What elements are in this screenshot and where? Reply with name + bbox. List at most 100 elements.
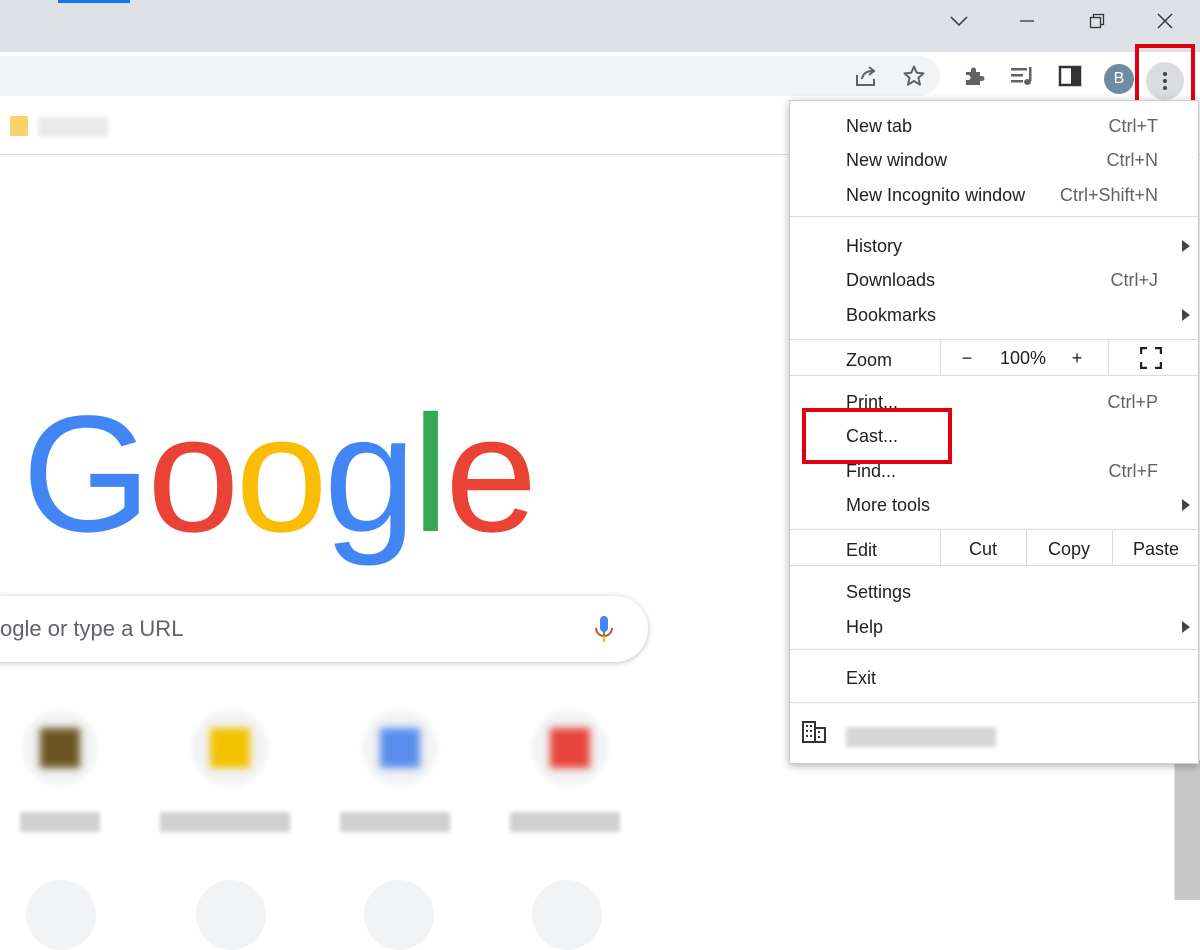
tab-search-button[interactable] [936,4,982,38]
restore-button[interactable] [1074,4,1120,38]
chevron-down-icon [950,16,968,27]
logo-letter: o [235,382,327,567]
star-icon [903,65,925,86]
title-bar [0,0,1200,52]
restore-icon [1089,13,1105,29]
bookmark-item-blurred[interactable] [38,117,108,137]
page-scrollbar[interactable] [1174,760,1200,900]
fullscreen-button[interactable] [1139,346,1163,370]
menu-item-label: Downloads [846,270,936,290]
menu-item-history[interactable]: History [790,229,1200,263]
menu-item-label: Settings [846,582,912,602]
menu-item-shortcut: Ctrl+T [1108,116,1159,136]
shortcut-tile[interactable] [532,880,602,950]
media-controls-button[interactable] [1008,62,1036,90]
menu-item-label: More tools [846,495,931,515]
side-panel-button[interactable] [1056,62,1084,90]
close-button[interactable] [1142,4,1188,38]
search-placeholder: ogle or type a URL [0,616,184,641]
share-icon [856,66,876,86]
menu-item-label: Bookmarks [846,305,937,325]
shortcut-label [160,812,290,832]
google-logo: Google [22,392,537,558]
menu-item-help[interactable]: Help [790,610,1200,644]
shortcut-favicon [210,728,250,768]
menu-separator [790,339,1200,340]
menu-item-downloads[interactable]: Downloads Ctrl+J [790,263,1200,297]
mic-icon[interactable] [592,614,616,644]
menu-item-label: New window [846,150,948,170]
shortcut-label [20,812,100,832]
zoom-in-button[interactable]: + [1062,348,1092,369]
menu-item-settings[interactable]: Settings [790,575,1200,609]
menu-item-label: New tab [846,116,913,136]
zoom-divider [1108,339,1109,375]
playlist-icon [1011,67,1032,85]
shortcut-label [340,812,450,832]
shortcut-favicon [380,728,420,768]
puzzle-icon [966,67,985,85]
zoom-value: 100% [999,348,1047,368]
profile-avatar[interactable]: B [1104,64,1134,94]
menu-item-bookmarks[interactable]: Bookmarks [790,298,1200,332]
cut-button[interactable]: Cut [940,539,1026,560]
shortcut-tile[interactable] [196,880,266,950]
menu-item-label: Find... [846,461,897,481]
zoom-divider [940,339,941,375]
building-icon [802,721,826,743]
menu-item-label: History [846,236,903,256]
folder-icon[interactable] [10,116,28,136]
cast-highlight [802,408,952,464]
menu-item-shortcut: Ctrl+N [1106,150,1158,170]
logo-letter: l [412,382,449,567]
shortcut-label [510,812,620,832]
menu-item-new-tab[interactable]: New tab Ctrl+T [790,109,1200,143]
submenu-arrow-icon [1182,240,1190,252]
managed-by-org-text-blurred[interactable] [846,727,996,747]
paste-button[interactable]: Paste [1112,539,1200,560]
menu-separator [790,216,1200,217]
zoom-out-button[interactable]: − [952,348,982,369]
copy-button[interactable]: Copy [1026,539,1112,560]
close-icon [1157,13,1173,29]
menu-item-shortcut: Ctrl+Shift+N [1059,185,1158,205]
side-panel-icon [1058,65,1082,87]
submenu-arrow-icon [1182,499,1190,511]
menu-item-shortcut: Ctrl+P [1107,392,1158,412]
menu-item-label: New Incognito window [846,185,1026,205]
menu-separator [790,375,1200,376]
submenu-arrow-icon [1182,621,1190,633]
logo-letter: g [323,382,416,567]
search-box[interactable]: ogle or type a URL [0,596,648,662]
logo-letter: G [22,382,151,567]
logo-letter: o [147,382,239,567]
menu-separator [790,702,1200,703]
extensions-button[interactable] [960,62,988,90]
menu-item-shortcut: Ctrl+F [1108,461,1159,481]
menu-item-more-tools[interactable]: More tools [790,488,1200,522]
zoom-label: Zoom [846,350,893,370]
submenu-arrow-icon [1182,309,1190,321]
minimize-button[interactable] [1004,4,1050,38]
menu-item-exit[interactable]: Exit [790,661,1200,695]
shortcut-tile[interactable] [26,880,96,950]
shortcut-favicon [40,728,80,768]
shortcut-favicon [550,728,590,768]
menu-item-label: Help [846,617,884,637]
active-tab-indicator[interactable] [58,0,130,3]
bookmark-star-button[interactable] [900,62,928,90]
toolbar: B [0,52,1200,100]
menu-separator [790,565,1200,566]
profile-initial: B [1113,70,1125,87]
menu-item-new-incognito-window[interactable]: New Incognito window Ctrl+Shift+N [790,178,1200,212]
menu-item-new-window[interactable]: New window Ctrl+N [790,143,1200,177]
menu-separator [790,649,1200,650]
fullscreen-icon [1139,346,1163,370]
share-button[interactable] [852,62,880,90]
minimize-icon [1020,20,1034,22]
menu-separator [790,529,1200,530]
menu-item-shortcut: Ctrl+J [1110,270,1158,290]
shortcut-tile[interactable] [364,880,434,950]
menu-item-label: Exit [846,668,877,688]
address-bar[interactable] [0,56,940,96]
